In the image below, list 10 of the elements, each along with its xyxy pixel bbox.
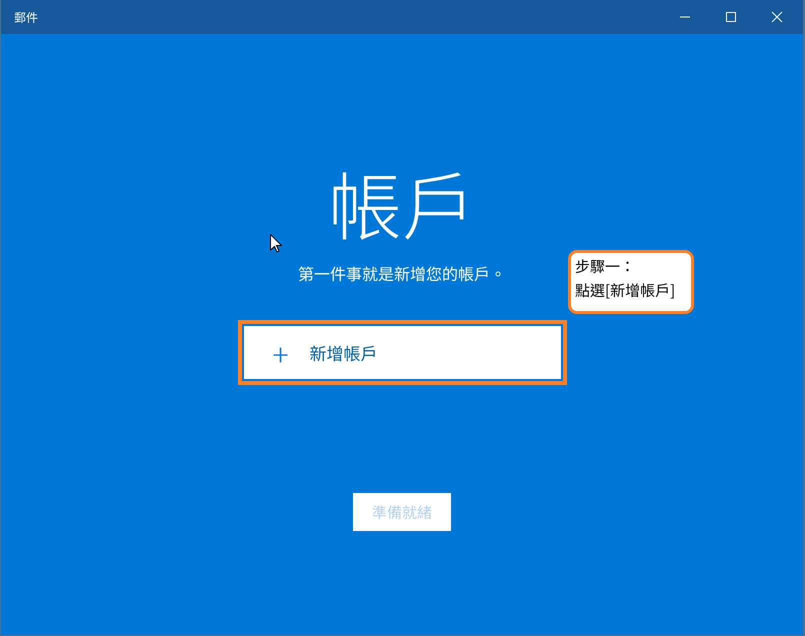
- maximize-icon[interactable]: [725, 11, 737, 23]
- subtitle-text: 第一件事就是新增您的帳戶。: [298, 262, 506, 284]
- annotation-text: 步驟一：: [575, 259, 636, 275]
- window-title: 郵件: [14, 8, 38, 26]
- annotation-text: 點選[新增帳戶]: [575, 283, 676, 299]
- close-icon[interactable]: [771, 11, 783, 23]
- plus-icon: +: [266, 338, 296, 368]
- add-account-button[interactable]: + 新增帳戶: [238, 320, 566, 385]
- page-heading: 帳戶: [328, 158, 476, 248]
- cursor-icon: [270, 234, 282, 253]
